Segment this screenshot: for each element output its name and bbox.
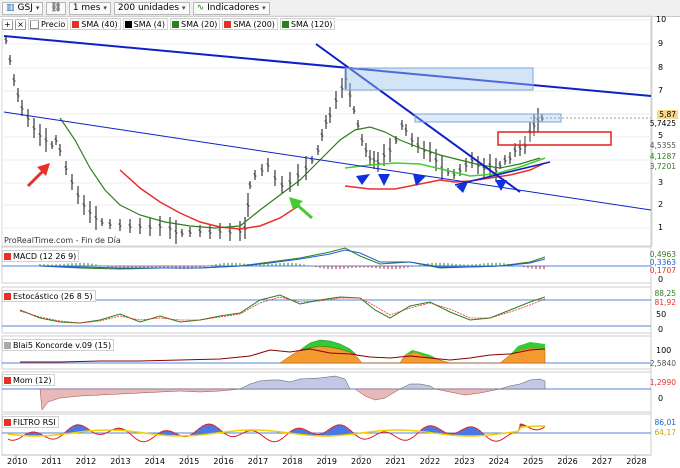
mom-negative-area-2 (354, 388, 401, 401)
price-tag: 4,5355 (649, 141, 676, 150)
pane-swatch (4, 418, 11, 426)
price-tag: 4,1287 (649, 152, 676, 161)
resistance-zone-upper (344, 67, 534, 91)
pane-title: Blai5 Koncorde v.09 (15) (13, 340, 112, 350)
price-tick: 5 (658, 131, 664, 140)
price-pane-frame (1, 15, 653, 247)
price-tick: 2 (658, 200, 664, 209)
year-label: 2012 (75, 457, 97, 466)
watermark: ProRealTime.com - Fin de Día (4, 236, 121, 245)
last-price-tag: 5,87 (657, 110, 678, 119)
year-label: 2026 (557, 457, 578, 466)
year-label: 2018 (282, 457, 303, 466)
chart-canvas[interactable] (0, 0, 680, 468)
year-label: 2020 (351, 457, 372, 466)
mom-value: 1,2990 (649, 378, 676, 387)
year-label: 2014 (144, 457, 165, 466)
rsi-value: 86,01 (654, 418, 676, 427)
year-label: 2024 (488, 457, 509, 466)
mom-positive-area (239, 375, 351, 390)
stoch-tick: 50 (656, 310, 667, 319)
rsi-value: 64,17 (654, 428, 676, 437)
stoch-tick: 0 (658, 325, 664, 334)
mom-pane-label[interactable]: Mom (12) (2, 374, 55, 386)
price-tick: 7 (658, 86, 664, 95)
pane-swatch (4, 292, 11, 300)
pane-title: MACD (12 26 9) (13, 251, 77, 261)
pane-swatch (4, 376, 11, 384)
koncorde-value: 2,5840 (649, 359, 676, 368)
macd-tick: 0 (658, 275, 664, 284)
long-trendline-upper (3, 35, 652, 97)
rsi-pane-label[interactable]: FILTRO RSI (2, 416, 59, 428)
year-label: 2027 (591, 457, 613, 466)
pane-title: FILTRO RSI (13, 417, 56, 427)
red-target-zone (497, 131, 612, 146)
year-label: 2011 (41, 457, 62, 466)
year-label: 2013 (110, 457, 131, 466)
year-label: 2019 (316, 457, 337, 466)
pane-title: Mom (12) (13, 375, 52, 385)
price-tick: 1 (658, 223, 664, 232)
mom-positive-area-3 (499, 378, 546, 390)
stoch-d-line (19, 296, 546, 324)
price-bars (4, 36, 544, 244)
year-label: 2023 (454, 457, 475, 466)
long-trendline-lower (3, 111, 652, 211)
year-label: 2010 (7, 457, 28, 466)
stoch-pane-label[interactable]: Estocástico (26 8 5) (2, 290, 96, 302)
year-label: 2016 (213, 457, 234, 466)
year-label: 2022 (419, 457, 441, 466)
price-tick: 9 (658, 39, 664, 48)
koncorde-tick: 100 (656, 346, 672, 355)
mom-positive-area-2 (399, 383, 436, 390)
price-tag: 3,7201 (649, 162, 676, 171)
year-label: 2028 (626, 457, 647, 466)
year-label: 2021 (385, 457, 406, 466)
year-label: 2025 (523, 457, 544, 466)
koncorde-pane-label[interactable]: Blai5 Koncorde v.09 (15) (2, 339, 115, 351)
year-label: 2017 (247, 457, 269, 466)
sma-120-line (59, 117, 541, 229)
stoch-value: 81,92 (654, 298, 676, 307)
sma-40-line (344, 162, 546, 190)
price-tick: 8 (658, 63, 664, 72)
sma-200-line (119, 169, 301, 230)
macd-value: 0,1707 (649, 266, 676, 275)
macd-pane-label[interactable]: MACD (12 26 9) (2, 250, 80, 262)
mom-negative-area (39, 388, 241, 411)
year-label: 2015 (179, 457, 200, 466)
price-tick: 3 (658, 178, 664, 187)
pane-swatch (4, 252, 11, 260)
mom-negative-area-3 (434, 388, 501, 396)
stoch-value: 88,25 (654, 289, 676, 298)
price-tag: 5,7425 (649, 119, 676, 128)
stoch-k-line (19, 294, 546, 324)
price-tick: 10 (656, 15, 667, 24)
green-arrow-icon (289, 197, 313, 220)
mom-tick: 0 (658, 394, 664, 403)
pane-title: Estocástico (26 8 5) (13, 291, 93, 301)
pane-swatch (4, 341, 11, 349)
